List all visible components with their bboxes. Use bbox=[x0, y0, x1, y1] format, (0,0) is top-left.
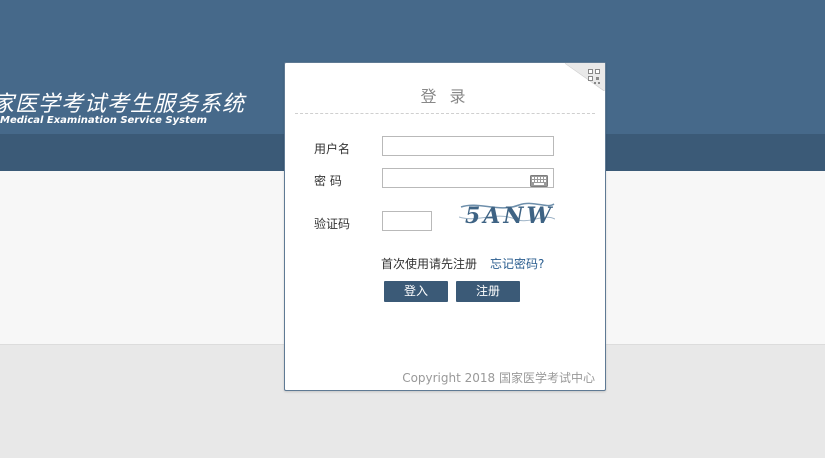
captcha-label: 验证码 bbox=[314, 217, 351, 231]
captcha-input[interactable] bbox=[382, 211, 432, 231]
site-title: 家医学考试考生服务系统 bbox=[0, 92, 246, 117]
password-label: 密 码 bbox=[314, 174, 342, 188]
login-button[interactable]: 登入 bbox=[384, 281, 448, 302]
register-button[interactable]: 注册 bbox=[456, 281, 520, 302]
captcha-text: 5ANW bbox=[465, 203, 554, 229]
login-page: 家医学考试考生服务系统 Medical Examination Service … bbox=[0, 0, 825, 458]
copyright-text: Copyright 2018 国家医学考试中心 bbox=[402, 371, 595, 385]
login-panel: 登 录 用户名 密 码 验证码 5ANW 首次使用请先注册 忘记密码? 登入 注… bbox=[284, 62, 606, 391]
login-title: 登 录 bbox=[420, 87, 470, 106]
site-subtitle: Medical Examination Service System bbox=[0, 115, 208, 126]
title-divider bbox=[295, 113, 595, 114]
forgot-password-link[interactable]: 忘记密码? bbox=[490, 255, 544, 272]
username-input[interactable] bbox=[382, 136, 554, 156]
username-label: 用户名 bbox=[314, 142, 351, 156]
register-hint: 首次使用请先注册 bbox=[381, 257, 478, 271]
password-input[interactable] bbox=[382, 168, 554, 188]
keyboard-icon[interactable] bbox=[530, 172, 548, 187]
qr-code-icon[interactable] bbox=[565, 63, 605, 91]
captcha-image[interactable]: 5ANW bbox=[458, 199, 556, 229]
